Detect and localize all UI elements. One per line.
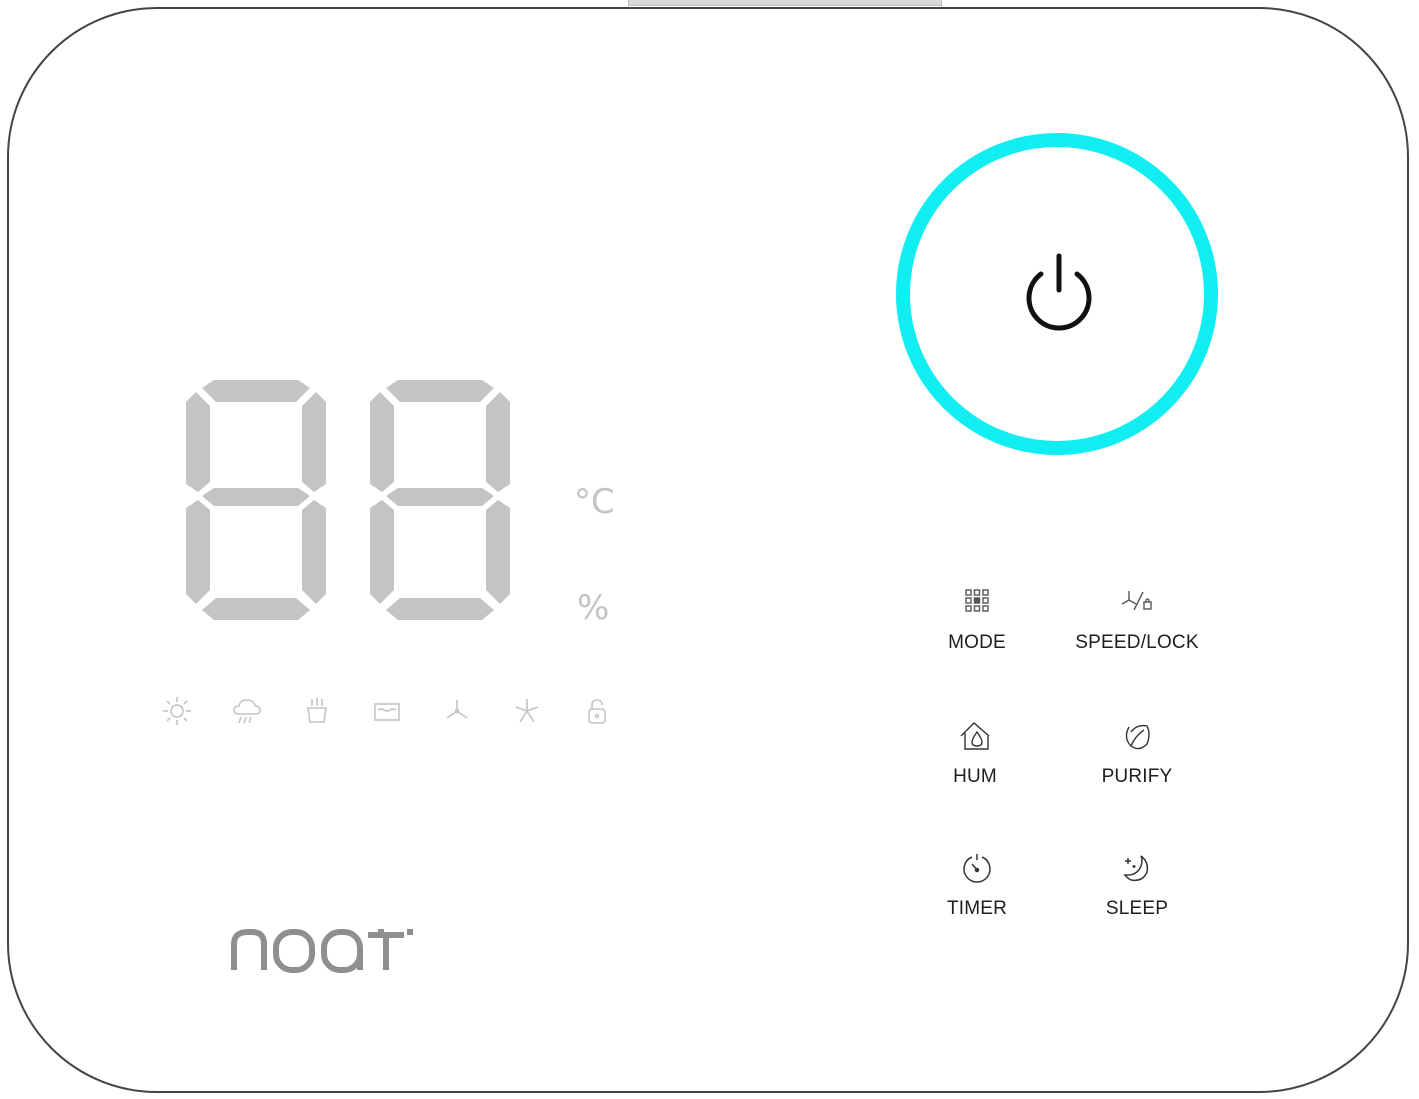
fan-lock-icon [1117,582,1157,622]
lock-icon [580,694,614,728]
celsius-unit: °C [574,482,615,522]
fan-high-icon [510,694,544,728]
purify-button[interactable]: PURIFY [1052,716,1222,796]
power-button[interactable] [896,133,1218,455]
speed-lock-button[interactable]: SPEED/LOCK [1052,582,1222,662]
moon-stars-icon [1117,848,1157,888]
power-icon [1026,253,1092,331]
status-icon-row [160,694,620,728]
seven-segment-display [180,378,520,626]
heater-icon [300,694,334,728]
noaton-logo-letters [375,924,465,974]
digit-2 [370,380,510,620]
top-tab [628,0,942,6]
water-tank-icon [370,694,404,728]
digit-1 [186,380,326,620]
percent-unit: % [577,588,610,628]
fan-low-icon [440,694,474,728]
timer-icon [957,848,997,888]
mode-grid-icon [957,582,997,622]
mode-label: MODE [948,632,1006,653]
home-humidity-icon [955,716,995,756]
purify-label: PURIFY [1101,766,1173,787]
hum-button[interactable]: HUM [890,716,1060,796]
speed-lock-label: SPEED/LOCK [1075,632,1199,653]
sleep-button[interactable]: SLEEP [1052,848,1222,928]
rain-cloud-icon [230,694,264,728]
hum-label: HUM [953,766,997,787]
leaf-icon [1117,716,1157,756]
sun-icon [160,694,194,728]
timer-button[interactable]: TIMER [892,848,1062,928]
sleep-label: SLEEP [1105,898,1169,919]
mode-button[interactable]: MODE [892,582,1062,662]
timer-label: TIMER [946,898,1008,919]
